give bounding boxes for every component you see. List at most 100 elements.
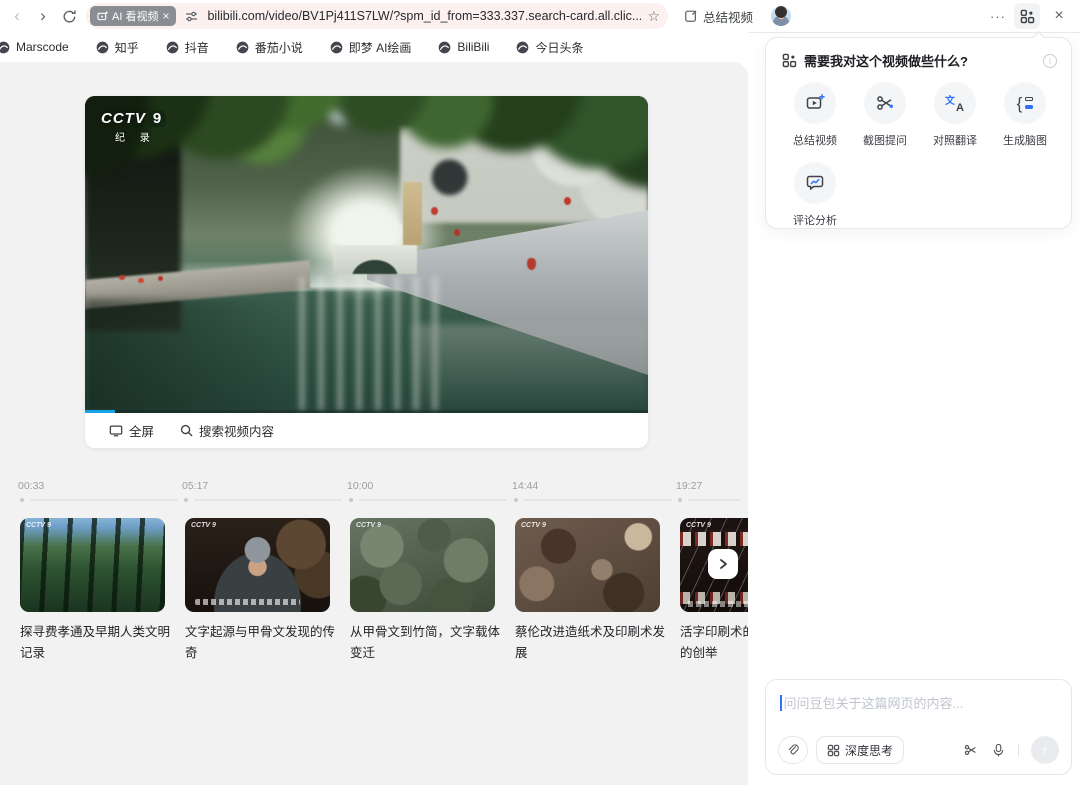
chapter-thumbnail-4[interactable]: CCTV 9 [515,518,660,612]
summarize-video-icon [805,93,825,113]
timeline-segment[interactable] [524,499,672,501]
red-lantern [564,197,571,205]
action-circle [794,162,836,204]
action-translate[interactable]: 文 A 对照翻译 [920,82,990,148]
timeline-segment[interactable] [194,499,342,501]
mindmap-icon: { [1017,95,1034,112]
forward-button[interactable]: › [30,3,56,29]
chapter-title[interactable]: 蔡伦改进造纸术及印刷术发展 [515,622,667,664]
doubao-extension-button[interactable] [1014,3,1040,29]
bookmark-item[interactable]: 即梦 AI绘画 [330,39,412,56]
bookmark-item[interactable]: 番茄小说 [236,39,303,56]
deep-think-toggle[interactable]: 深度思考 [816,736,904,764]
chapter-thumbnail-3[interactable]: CCTV 9 [350,518,495,612]
send-button[interactable]: ↑ [1031,736,1059,764]
close-sidebar-button[interactable]: × [1048,7,1070,25]
cctv9-watermark: CCTV9 纪 录 [101,110,166,144]
thumb-watermark: CCTV 9 [26,522,51,530]
chapter-title[interactable]: 活字印刷术的 的创举 [680,622,748,664]
timeline-marker[interactable] [20,498,24,502]
chat-input-box[interactable]: 问问豆包关于这篇网页的内容... 深度思考 [765,679,1072,775]
video-toolbar: 全屏 搜索视频内容 [85,413,648,448]
search-icon [180,424,193,437]
timeline-segment[interactable] [688,499,740,501]
info-icon[interactable]: i [1043,54,1057,68]
globe-favicon [516,41,529,54]
scene-dark-reflection [85,299,288,413]
attach-button[interactable] [778,736,808,764]
bookmark-label: 抖音 [185,39,209,56]
reload-icon [62,9,77,24]
timeline-marker[interactable] [349,498,353,502]
bookmark-star-icon[interactable]: ☆ [647,8,660,25]
chevron-right-icon [717,558,729,570]
doubao-sidebar: 需要我对这个视频做些什么? i 总结视频 [748,32,1080,785]
action-screenshot-ask[interactable]: 截图提问 [850,82,920,148]
action-circle: 文 A [934,82,976,124]
timeline-segment[interactable] [30,499,178,501]
timeline-marker[interactable] [678,498,682,502]
bookmark-label: 知乎 [115,39,139,56]
composer-controls: 深度思考 ↑ [766,736,1071,764]
bookmark-item[interactable]: 今日头条 [516,39,583,56]
video-player[interactable]: CCTV9 纪 录 [85,96,648,413]
watermark-9-badge: 9 [149,110,166,127]
scene-wall-reflection [412,324,648,413]
summarize-video-button[interactable]: 总结视频 [684,7,753,26]
action-circle [794,82,836,124]
more-menu-button[interactable]: ··· [990,9,1006,24]
action-label: 总结视频 [793,132,837,148]
translate-zh-glyph: 文 [945,92,955,107]
browser-toolbar: ‹ › AI 看视频 × [0,0,1080,32]
globe-favicon [236,41,249,54]
red-pouch [527,258,536,270]
translate-en-glyph: A [956,102,964,114]
toolbar-right-group: ··· × [990,3,1080,29]
chapter-title[interactable]: 从甲骨文到竹简，文字载体变迁 [350,622,502,664]
screenshot-scissors-icon[interactable] [963,742,979,758]
chapter-thumbnail-2[interactable]: CCTV 9 [185,518,330,612]
fullscreen-icon [109,424,123,437]
action-grid: 总结视频 截图提问 [766,70,1071,242]
action-comment-analysis[interactable]: 评论分析 [780,162,850,228]
bookmark-item[interactable]: BiliBili [438,40,489,54]
address-bar[interactable]: AI 看视频 × bilibili.com/video/BV1Pj411S7LW… [86,3,668,29]
microphone-icon[interactable] [991,742,1006,758]
red-lantern [454,229,460,236]
action-label: 截图提问 [863,132,907,148]
action-circle: { [1004,82,1046,124]
scissors-icon [875,93,895,113]
bookmark-label: 今日头条 [535,39,583,56]
chapter-title[interactable]: 探寻费孝通及早期人类文明记录 [20,622,172,664]
next-chapters-button[interactable] [708,549,738,579]
globe-favicon [438,41,451,54]
apps-grid-icon [1020,9,1035,24]
bookmark-label: BiliBili [457,40,489,54]
tune-icon[interactable] [184,9,199,24]
ai-video-tab-chip[interactable]: AI 看视频 × [90,6,176,26]
video-card: CCTV9 纪 录 全屏 [85,96,648,448]
bookmark-item[interactable]: 知乎 [96,39,139,56]
action-summarize-video[interactable]: 总结视频 [780,82,850,148]
url-text[interactable]: bilibili.com/video/BV1Pj411S7LW/?spm_id_… [207,9,641,23]
subtitle-strip [195,599,300,605]
bookmark-label: 番茄小说 [255,39,303,56]
action-mindmap[interactable]: { 生成脑图 [990,82,1060,148]
reload-button[interactable] [56,3,82,29]
ai-video-tab-close-icon[interactable]: × [162,9,169,23]
back-button[interactable]: ‹ [4,3,30,29]
chapter-thumbnail-1[interactable]: CCTV 9 [20,518,165,612]
fullscreen-button[interactable]: 全屏 [109,421,154,440]
user-avatar[interactable] [771,6,791,26]
translate-icon: 文 A [945,93,965,113]
timeline-marker[interactable] [514,498,518,502]
watermark-cctv: CCTV [101,110,146,127]
bookmark-item[interactable]: Marscode [0,40,69,54]
timeline-segment[interactable] [359,499,507,501]
timeline-marker[interactable] [184,498,188,502]
panel-header: 需要我对这个视频做些什么? i [766,38,1071,70]
chapter-title[interactable]: 文字起源与甲骨文发现的传奇 [185,622,337,664]
search-video-content-button[interactable]: 搜索视频内容 [180,421,274,440]
bookmark-item[interactable]: 抖音 [166,39,209,56]
brace-glyph: { [1017,95,1023,112]
